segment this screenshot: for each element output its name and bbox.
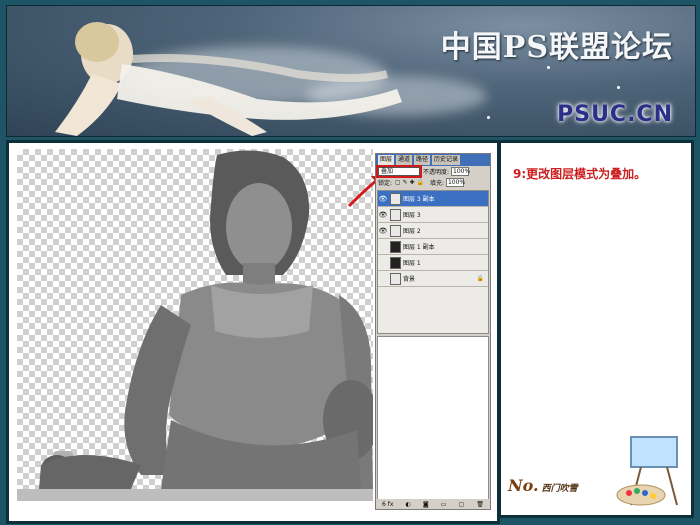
blend-opacity-row: 叠加 不透明度: 100%	[376, 165, 490, 178]
lock-icons[interactable]: ▢ ✎ ✚ 🔒	[395, 179, 424, 186]
trash-icon[interactable]: 🗑	[476, 501, 484, 508]
layer-thumbnail	[390, 256, 401, 269]
canvas-bottom-strip	[17, 489, 373, 501]
layer-name: 图层 2	[403, 228, 421, 235]
eye-icon[interactable]: 👁	[378, 227, 388, 235]
adjustment-icon[interactable]: ◐	[406, 501, 411, 508]
lock-label: 锁定:	[378, 180, 393, 187]
opacity-field[interactable]: 100%	[451, 167, 470, 176]
layer-item[interactable]: 👁 图层 3 副本	[378, 191, 488, 207]
tab-layers[interactable]: 图层	[378, 155, 395, 165]
fill-field[interactable]: 100%	[445, 178, 465, 187]
layer-item[interactable]: 图层 1	[378, 255, 488, 271]
fill-label: 填充:	[429, 180, 444, 187]
canvas-panel: 图层 通道 路径 历史记录 叠加 不透明度: 100% 锁定: ▢ ✎ ✚ 🔒 …	[6, 140, 500, 524]
layer-item[interactable]: 👁 图层 3	[378, 207, 488, 223]
signature-text: No.	[508, 476, 539, 495]
easel-icon	[616, 436, 678, 506]
layer-item[interactable]: 👁 图层 2	[378, 223, 488, 239]
layer-name: 图层 1 副本	[403, 244, 435, 251]
lock-icon: 🔒	[476, 275, 484, 282]
layer-thumbnail	[390, 192, 401, 205]
signature-sub: 西门吹雪	[541, 484, 578, 494]
layer-name: 图层 3	[403, 212, 421, 219]
layer-name: 图层 1	[403, 260, 421, 267]
lock-fill-row: 锁定: ▢ ✎ ✚ 🔒 填充: 100%	[376, 177, 490, 188]
layer-thumbnail	[390, 208, 401, 221]
tab-paths[interactable]: 路径	[414, 155, 431, 165]
header-banner: 中国PS联盟论坛 PSUC.CN	[6, 5, 696, 137]
layers-palette: 图层 通道 路径 历史记录 叠加 不透明度: 100% 锁定: ▢ ✎ ✚ 🔒 …	[375, 153, 491, 510]
layer-list-empty-area	[377, 336, 489, 504]
page-frame: 中国PS联盟论坛 PSUC.CN 图层 通道 路径 历史记录 叠加 不透明度: …	[0, 0, 700, 525]
palette-tabs: 图层 通道 路径 历史记录	[376, 154, 490, 166]
layer-thumbnail	[390, 240, 401, 253]
tab-channels[interactable]: 通道	[396, 155, 413, 165]
step-instruction: 9:更改图层模式为叠加。	[513, 167, 647, 181]
layer-name: 图层 3 副本	[403, 196, 435, 203]
tab-history[interactable]: 历史记录	[432, 155, 461, 165]
opacity-label: 不透明度:	[423, 169, 450, 176]
mask-icon[interactable]: ◙	[423, 501, 429, 508]
layer-name: 背景	[403, 276, 416, 283]
layer-item[interactable]: 图层 1 副本	[378, 239, 488, 255]
layer-item[interactable]: 背景 🔒	[378, 271, 488, 287]
eye-icon[interactable]: 👁	[378, 195, 388, 203]
grayscale-photo	[39, 150, 373, 489]
instruction-panel: 9:更改图层模式为叠加。 No. 西门吹雪	[498, 140, 694, 518]
new-layer-icon[interactable]: ▢	[459, 501, 465, 508]
site-title: 中国PS联盟论坛	[440, 30, 673, 65]
author-signature: No. 西门吹雪	[508, 476, 578, 495]
layer-list: 👁 图层 3 副本 👁 图层 3 👁 图层 2 图层 1 副本 图层 1 背景 …	[377, 190, 489, 334]
palette-footer: 6 fx ◐ ◙ ▭ ▢ 🗑	[376, 499, 490, 509]
blend-mode-select[interactable]: 叠加	[376, 165, 422, 178]
banner-illustration	[55, 22, 402, 136]
site-logo-text: PSUC.CN	[557, 102, 673, 127]
layer-thumbnail	[390, 224, 401, 237]
layer-thumbnail	[390, 272, 401, 285]
footer-label: 6 fx	[382, 500, 394, 508]
eye-icon[interactable]: 👁	[378, 211, 388, 219]
folder-icon[interactable]: ▭	[441, 501, 447, 508]
